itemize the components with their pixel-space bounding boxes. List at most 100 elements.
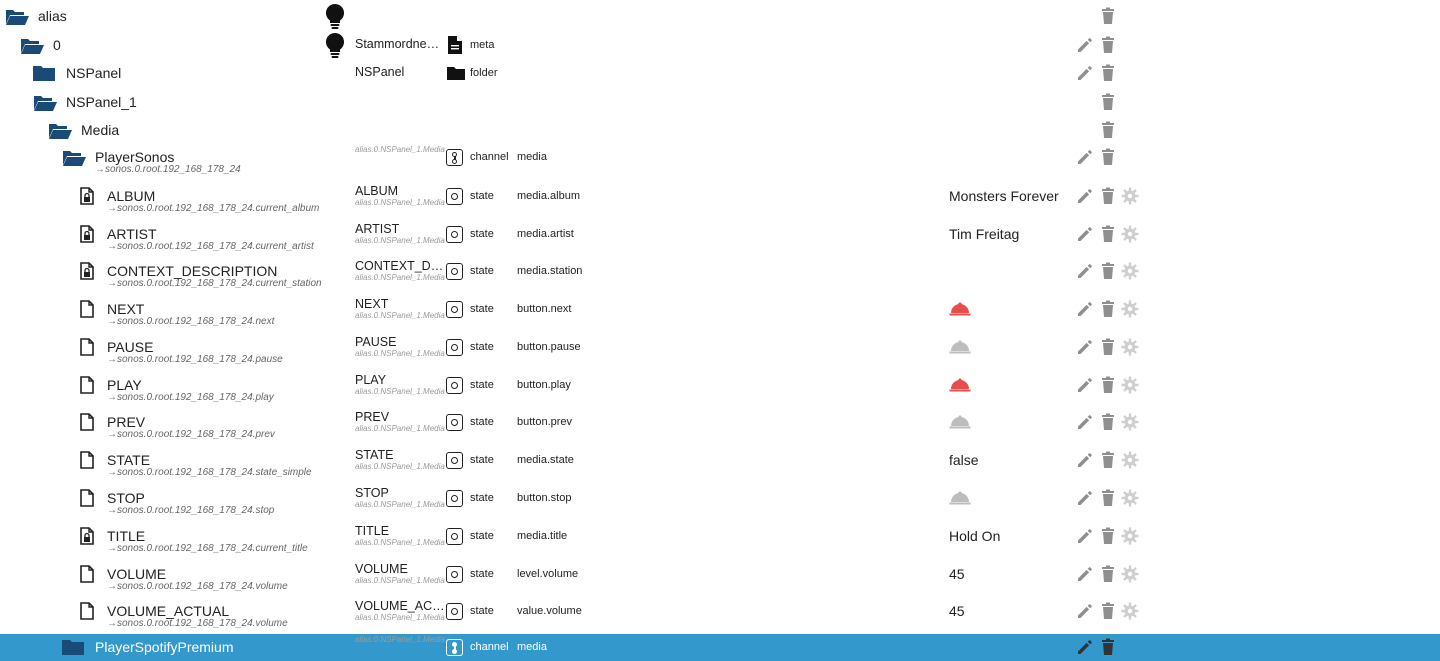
folder-closed-icon[interactable] — [33, 65, 55, 86]
tree-row[interactable]: STOP →sonos.0.root.192_168_178_24.stop STO… — [0, 486, 1440, 524]
file-icon[interactable] — [80, 565, 94, 588]
lightbulb-icon[interactable] — [323, 3, 347, 31]
edit-icon[interactable] — [1076, 376, 1094, 394]
edit-icon[interactable] — [1076, 489, 1094, 507]
edit-icon[interactable] — [1076, 262, 1094, 280]
settings-icon[interactable] — [1121, 300, 1139, 318]
file-icon[interactable] — [80, 376, 94, 399]
delete-icon[interactable] — [1099, 413, 1117, 431]
delete-icon[interactable] — [1099, 527, 1117, 545]
tree-row[interactable]: PlayerSonos →sonos.0.root.192_168_178_24 a… — [0, 145, 1440, 183]
tree-row[interactable]: ALBUM →sonos.0.root.192_168_178_24.curren… — [0, 184, 1440, 222]
edit-icon[interactable] — [1076, 451, 1094, 469]
object-value[interactable]: Hold On — [949, 528, 1000, 544]
file-lock-icon[interactable] — [80, 225, 94, 248]
button-bell-icon-active[interactable] — [949, 302, 971, 321]
edit-icon[interactable] — [1076, 225, 1094, 243]
edit-icon[interactable] — [1076, 148, 1094, 166]
delete-icon[interactable] — [1099, 376, 1117, 394]
object-value[interactable]: 45 — [949, 603, 965, 619]
settings-icon[interactable] — [1121, 262, 1139, 280]
tree-row[interactable]: TITLE →sonos.0.root.192_168_178_24.curren… — [0, 524, 1440, 562]
delete-icon[interactable] — [1099, 451, 1117, 469]
tree-row-selected[interactable]: PlayerSpotifyPremium alias.0.NSPanel_1.Me… — [0, 634, 1440, 661]
delete-icon[interactable] — [1099, 36, 1117, 54]
edit-icon[interactable] — [1076, 638, 1094, 656]
object-value[interactable]: false — [949, 452, 979, 468]
object-value[interactable]: 45 — [949, 566, 965, 582]
folder-open-icon[interactable] — [5, 8, 29, 31]
delete-icon[interactable] — [1099, 148, 1117, 166]
tree-row[interactable]: NEXT →sonos.0.root.192_168_178_24.next NEX… — [0, 297, 1440, 335]
file-lock-icon[interactable] — [80, 262, 94, 285]
file-icon[interactable] — [80, 300, 94, 323]
settings-icon[interactable] — [1121, 451, 1139, 469]
file-icon[interactable] — [80, 602, 94, 625]
settings-icon[interactable] — [1121, 187, 1139, 205]
tree-row[interactable]: STATE →sonos.0.root.192_168_178_24.state_… — [0, 448, 1440, 486]
button-bell-icon[interactable] — [949, 491, 971, 510]
edit-icon[interactable] — [1076, 300, 1094, 318]
tree-row[interactable]: PAUSE →sonos.0.root.192_168_178_24.pause P… — [0, 335, 1440, 373]
file-icon[interactable] — [80, 489, 94, 512]
tree-row[interactable]: NSPanel_1 — [0, 88, 1440, 116]
delete-icon[interactable] — [1099, 638, 1117, 656]
button-bell-icon[interactable] — [949, 340, 971, 359]
settings-icon[interactable] — [1121, 413, 1139, 431]
edit-icon[interactable] — [1076, 527, 1094, 545]
delete-icon[interactable] — [1099, 300, 1117, 318]
button-bell-icon[interactable] — [949, 415, 971, 434]
tree-row[interactable]: Media — [0, 116, 1440, 144]
tree-row[interactable]: VOLUME →sonos.0.root.192_168_178_24.volum… — [0, 562, 1440, 600]
tree-row[interactable]: PREV →sonos.0.root.192_168_178_24.prev PRE… — [0, 410, 1440, 448]
settings-icon[interactable] — [1121, 376, 1139, 394]
delete-icon[interactable] — [1099, 225, 1117, 243]
delete-icon[interactable] — [1099, 565, 1117, 583]
tree-row[interactable]: NSPanel NSPanel folder — [0, 59, 1440, 87]
file-icon[interactable] — [80, 451, 94, 474]
file-icon[interactable] — [80, 338, 94, 361]
delete-icon[interactable] — [1099, 7, 1117, 25]
state-icon — [446, 301, 463, 318]
folder-open-icon[interactable] — [33, 94, 57, 117]
folder-closed-icon[interactable] — [62, 639, 84, 660]
edit-icon[interactable] — [1076, 64, 1094, 82]
delete-icon[interactable] — [1099, 121, 1117, 139]
folder-open-icon[interactable] — [62, 149, 86, 172]
delete-icon[interactable] — [1099, 187, 1117, 205]
edit-icon[interactable] — [1076, 36, 1094, 54]
object-display-name: NSPanel — [355, 65, 405, 79]
settings-icon[interactable] — [1121, 527, 1139, 545]
button-bell-icon-active[interactable] — [949, 378, 971, 397]
delete-icon[interactable] — [1099, 489, 1117, 507]
folder-open-icon[interactable] — [20, 37, 44, 60]
folder-open-icon[interactable] — [48, 122, 72, 145]
edit-icon[interactable] — [1076, 187, 1094, 205]
edit-icon[interactable] — [1076, 338, 1094, 356]
tree-row[interactable]: alias — [0, 2, 1440, 30]
delete-icon[interactable] — [1099, 602, 1117, 620]
file-icon[interactable] — [80, 413, 94, 436]
tree-row[interactable]: VOLUME_ACTUAL →sonos.0.root.192_168_178_2… — [0, 599, 1440, 637]
object-value[interactable]: Tim Freitag — [949, 226, 1019, 242]
settings-icon[interactable] — [1121, 225, 1139, 243]
tree-row[interactable]: PLAY →sonos.0.root.192_168_178_24.play PLA… — [0, 373, 1440, 411]
delete-icon[interactable] — [1099, 338, 1117, 356]
settings-icon[interactable] — [1121, 338, 1139, 356]
delete-icon[interactable] — [1099, 262, 1117, 280]
tree-row[interactable]: ARTIST →sonos.0.root.192_168_178_24.curre… — [0, 222, 1440, 260]
edit-icon[interactable] — [1076, 602, 1094, 620]
file-lock-icon[interactable] — [80, 187, 94, 210]
settings-icon[interactable] — [1121, 565, 1139, 583]
settings-icon[interactable] — [1121, 602, 1139, 620]
edit-icon[interactable] — [1076, 565, 1094, 583]
delete-icon[interactable] — [1099, 93, 1117, 111]
delete-icon[interactable] — [1099, 64, 1117, 82]
object-value[interactable]: Monsters Forever — [949, 188, 1059, 204]
settings-icon[interactable] — [1121, 489, 1139, 507]
tree-row[interactable]: CONTEXT_DESCRIPTION →sonos.0.root.192_168… — [0, 259, 1440, 297]
lightbulb-icon[interactable] — [323, 32, 347, 60]
file-lock-icon[interactable] — [80, 527, 94, 550]
tree-row[interactable]: 0 Stammordner ... meta — [0, 31, 1440, 59]
edit-icon[interactable] — [1076, 413, 1094, 431]
